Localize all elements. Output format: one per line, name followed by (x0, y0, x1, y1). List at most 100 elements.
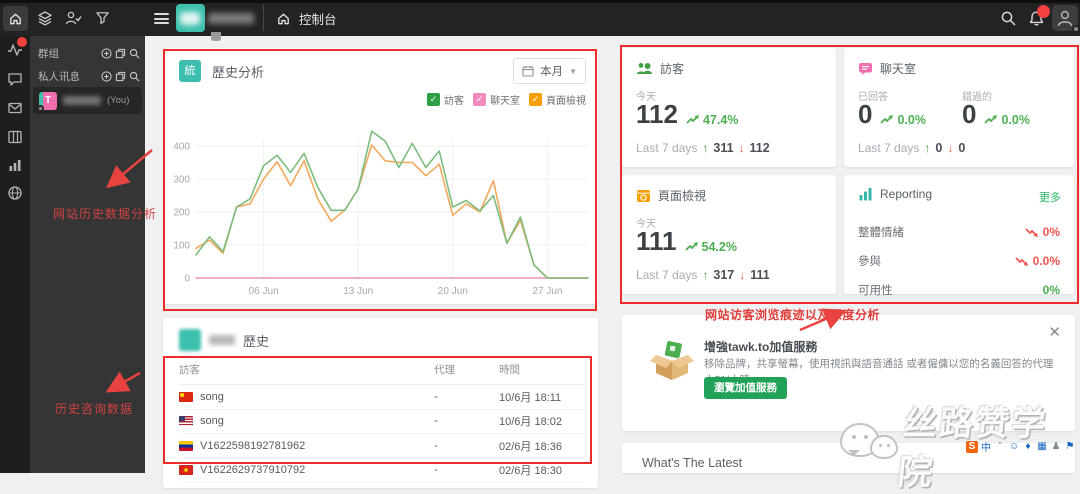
copy-icon[interactable] (115, 48, 126, 59)
trend-up-icon (984, 115, 998, 124)
nav-filter-button[interactable] (95, 10, 110, 25)
groups-row[interactable]: 群组 (38, 46, 140, 61)
user-name-blurred (63, 96, 101, 105)
input-toolbar-icon[interactable]: ▦ (1036, 441, 1048, 452)
input-toolbar-icon[interactable]: ☺ (1008, 441, 1020, 452)
agent-cell: - (434, 415, 438, 428)
search-icon[interactable] (129, 48, 140, 59)
topbar-divider (263, 5, 264, 31)
down-arrow-icon: ↓ (738, 141, 745, 155)
logo-blur (180, 12, 200, 25)
reporting-title: Reporting (880, 187, 933, 201)
visitors-up-value: 311 (713, 141, 734, 155)
sidebar-rail (0, 36, 30, 473)
add-circle-icon[interactable] (101, 48, 112, 59)
input-toolbar-icon[interactable]: 中 (980, 439, 992, 454)
search-icon[interactable] (129, 71, 140, 82)
columns-icon (8, 130, 22, 144)
agent-cell: - (434, 464, 438, 477)
breadcrumb-console[interactable]: 控制台 (276, 9, 337, 28)
input-toolbar-icon[interactable]: ♦ (1022, 441, 1034, 452)
sidebar-item-globe[interactable] (7, 185, 23, 201)
sidebar-item-inbox[interactable] (7, 100, 23, 116)
legend-item[interactable]: ✓ 聊天室 (473, 92, 520, 107)
visitors-title: 訪客 (660, 62, 685, 76)
missed-pct: 0.0% (1001, 113, 1030, 127)
private-messages-row[interactable]: 私人讯息 (38, 69, 140, 84)
addon-box-icon (650, 341, 694, 380)
sidebar-item-reporting[interactable] (7, 157, 23, 173)
nav-home-button[interactable] (3, 6, 28, 31)
console-label: 控制台 (299, 13, 337, 27)
user-list-item[interactable]: T (You) (33, 87, 142, 114)
nav-agents-button[interactable] (65, 10, 82, 26)
reporting-row: 參與 0.0% (844, 253, 1074, 269)
annotation-visitor-traces: 网站访客浏览痕迹以及深度分析 (705, 308, 881, 322)
chevron-down-icon: ▼ (569, 66, 577, 76)
visitors-icon (637, 63, 652, 74)
property-name-blurred (208, 13, 254, 24)
table-header-row: 訪客 代理 時間 (179, 362, 584, 385)
visitor-name: V1622629737910792 (200, 464, 306, 477)
reporting-icon (859, 188, 872, 201)
sidebar-item-kanban[interactable] (7, 129, 23, 145)
legend-checkbox[interactable]: ✓ (529, 93, 542, 106)
period-label: 本月 (540, 66, 564, 78)
col-header-visitor[interactable]: 訪客 (179, 362, 434, 377)
svg-text:0: 0 (184, 274, 190, 285)
property-dropdown-handle[interactable] (211, 32, 221, 41)
calendar-icon (522, 66, 534, 77)
reporting-row: 可用性 0% (844, 282, 1074, 298)
svg-text:13 Jun: 13 Jun (343, 286, 373, 297)
legend-item[interactable]: ✓ 頁面檢視 (529, 92, 586, 107)
notification-badge (1037, 5, 1050, 18)
legend-checkbox[interactable]: ✓ (473, 93, 486, 106)
visitors-trend-pct: 47.4% (702, 113, 739, 127)
visitor-name: song (200, 390, 224, 403)
svg-text:06 Jun: 06 Jun (249, 286, 279, 297)
table-row[interactable]: song - 10/6月 18:11 (179, 385, 584, 410)
pageviews-title: 頁面檢視 (658, 189, 707, 203)
input-toolbar-icon[interactable]: ♟ (1050, 441, 1062, 452)
pageviews-down-value: 111 (750, 268, 770, 282)
table-row[interactable]: V1622598192781962 - 02/6月 18:36 (179, 434, 584, 459)
person-check-icon (65, 11, 82, 25)
filter-icon (96, 12, 109, 25)
visitor-name: V1622598192781962 (200, 439, 306, 452)
property-logo[interactable] (176, 4, 205, 32)
copy-icon[interactable] (115, 71, 126, 82)
last7-label: Last 7 days (636, 268, 698, 282)
more-link[interactable]: 更多 (1039, 189, 1061, 205)
down-arrow-icon: ↓ (739, 268, 746, 282)
chats-up-value: 0 (935, 141, 943, 155)
table-row[interactable]: V1622629737910792 - 02/6月 18:30 (179, 459, 584, 483)
input-toolbar-icon[interactable]: ” (994, 441, 1006, 452)
add-circle-icon[interactable] (101, 71, 112, 82)
agent-cell: - (434, 439, 438, 452)
browse-addons-button[interactable]: 瀏覽加值服務 (704, 377, 787, 399)
menu-toggle-button[interactable] (154, 13, 169, 24)
legend-checkbox[interactable]: ✓ (427, 93, 440, 106)
pageviews-up-value: 317 (713, 268, 735, 282)
legend-label: 訪客 (444, 96, 464, 107)
col-header-time[interactable]: 時間 (499, 362, 584, 377)
reporting-card: Reporting 更多 整體情緒 0% 參與 0.0% 可用性 0% (844, 175, 1074, 297)
stats-icon: 統 (179, 60, 201, 82)
reporting-row: 整體情緒 0% (844, 224, 1074, 240)
nav-layers-button[interactable] (37, 10, 53, 26)
search-button[interactable] (1000, 10, 1017, 27)
home-icon (278, 13, 289, 25)
sidebar-item-chats[interactable] (7, 71, 23, 87)
profile-menu-button[interactable] (1052, 5, 1080, 33)
chat-icon (8, 73, 22, 86)
period-dropdown[interactable]: 本月 ▼ (513, 58, 586, 84)
trend-up-icon (684, 242, 698, 251)
input-toolbar-icon[interactable]: S (966, 440, 978, 453)
close-icon[interactable]: ✕ (1048, 323, 1061, 341)
input-toolbar-icon[interactable]: ⚑ (1064, 441, 1076, 452)
sidebar-item-activity[interactable] (7, 37, 27, 58)
col-header-agent[interactable]: 代理 (434, 362, 499, 377)
history-analysis-card: 統 歷史分析 本月 ▼ ✓ 訪客 ✓ 聊天室 ✓ 頁面檢視 0 100 200 300 400 06… (163, 48, 598, 304)
table-row[interactable]: song - 10/6月 18:02 (179, 410, 584, 434)
legend-item[interactable]: ✓ 訪客 (427, 92, 464, 107)
